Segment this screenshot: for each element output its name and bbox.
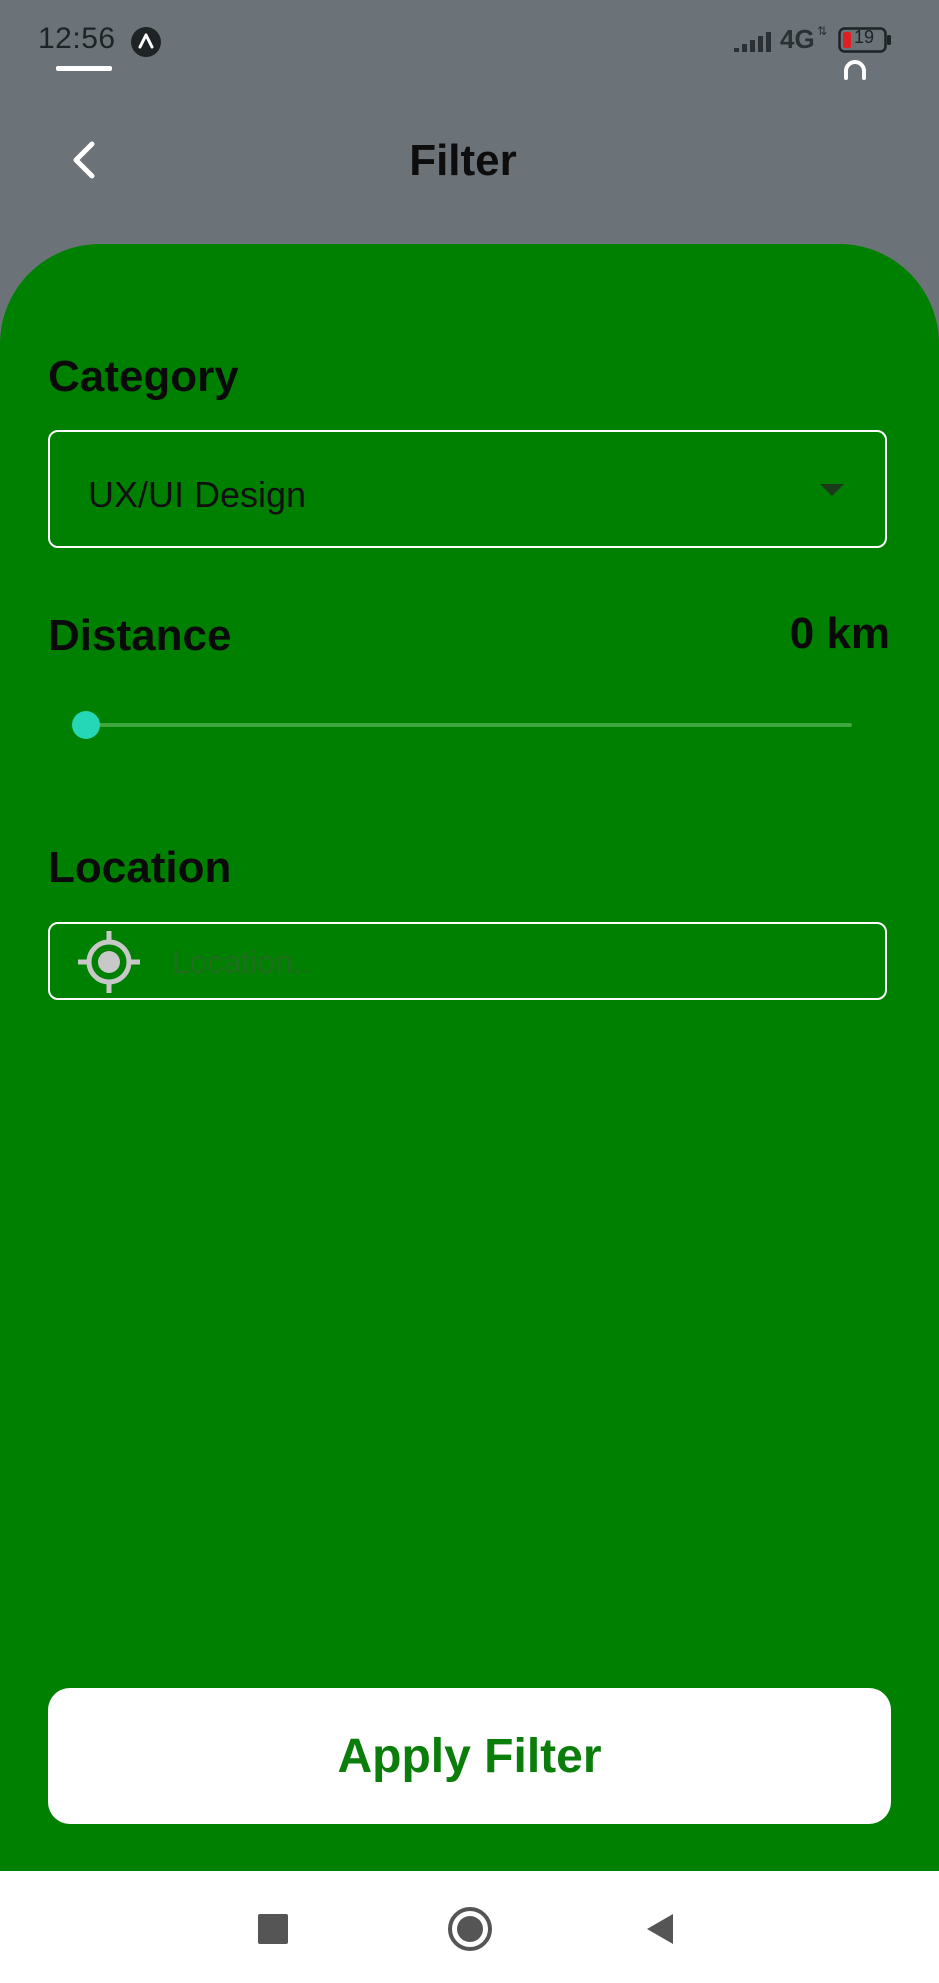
status-time: 12:56	[38, 22, 116, 55]
dropdown-arrow-icon	[820, 484, 844, 496]
system-nav-bar	[0, 1871, 939, 1983]
gps-target-icon	[78, 931, 140, 993]
signal-strength-icon	[734, 32, 771, 52]
location-label: Location	[48, 843, 232, 892]
category-selected-value: UX/UI Design	[88, 474, 307, 515]
network-type: 4G	[780, 24, 815, 54]
distance-label: Distance	[48, 611, 232, 660]
slider-track	[86, 723, 852, 727]
status-indicator-line	[56, 66, 112, 71]
home-icon[interactable]	[447, 1906, 493, 1952]
location-field[interactable]	[48, 922, 887, 1000]
data-activity-icon: ⇅	[817, 24, 828, 38]
recent-apps-icon[interactable]	[258, 1914, 288, 1944]
slider-thumb[interactable]	[72, 711, 100, 739]
category-label: Category	[48, 352, 239, 401]
apply-filter-label: Apply Filter	[337, 1729, 602, 1783]
status-bar: 12:56 4G ⇅ 19	[0, 0, 939, 90]
category-dropdown[interactable]: UX/UI Design	[48, 430, 887, 548]
apply-filter-button[interactable]: Apply Filter	[48, 1688, 891, 1824]
battery-level: 19	[853, 27, 875, 47]
location-input[interactable]	[170, 932, 864, 992]
distance-value: 0 km	[789, 609, 890, 658]
navigation-app-icon	[131, 27, 161, 57]
nav-back-icon[interactable]	[645, 1912, 675, 1946]
headset-icon	[844, 60, 866, 80]
distance-slider[interactable]	[72, 700, 854, 750]
page-title: Filter	[409, 136, 517, 185]
